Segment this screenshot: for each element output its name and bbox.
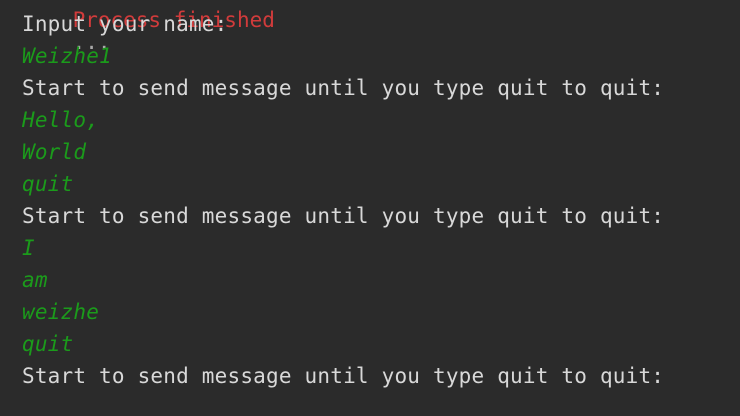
console-input-line: quit	[22, 332, 74, 356]
console-input-line: I	[22, 236, 35, 260]
console-output-line: Start to send message until you type qui…	[22, 204, 665, 228]
console-input-line: Hello,	[22, 108, 100, 132]
console-input-line: weizhe	[22, 300, 100, 324]
console-output-line: Start to send message until you type qui…	[22, 76, 665, 100]
console-lines: Input your name: Weizhe1 Start to send m…	[22, 8, 740, 392]
console-input-line: World	[22, 140, 87, 164]
console-output-panel[interactable]: Process finished ... Input your name: We…	[0, 0, 740, 416]
console-output-line: Input your name:	[22, 12, 228, 36]
console-input-line: quit	[22, 172, 74, 196]
console-input-line: am	[22, 268, 48, 292]
console-output-line: Start to send message until you type qui…	[22, 364, 665, 388]
console-input-line: Weizhe1	[22, 44, 112, 68]
